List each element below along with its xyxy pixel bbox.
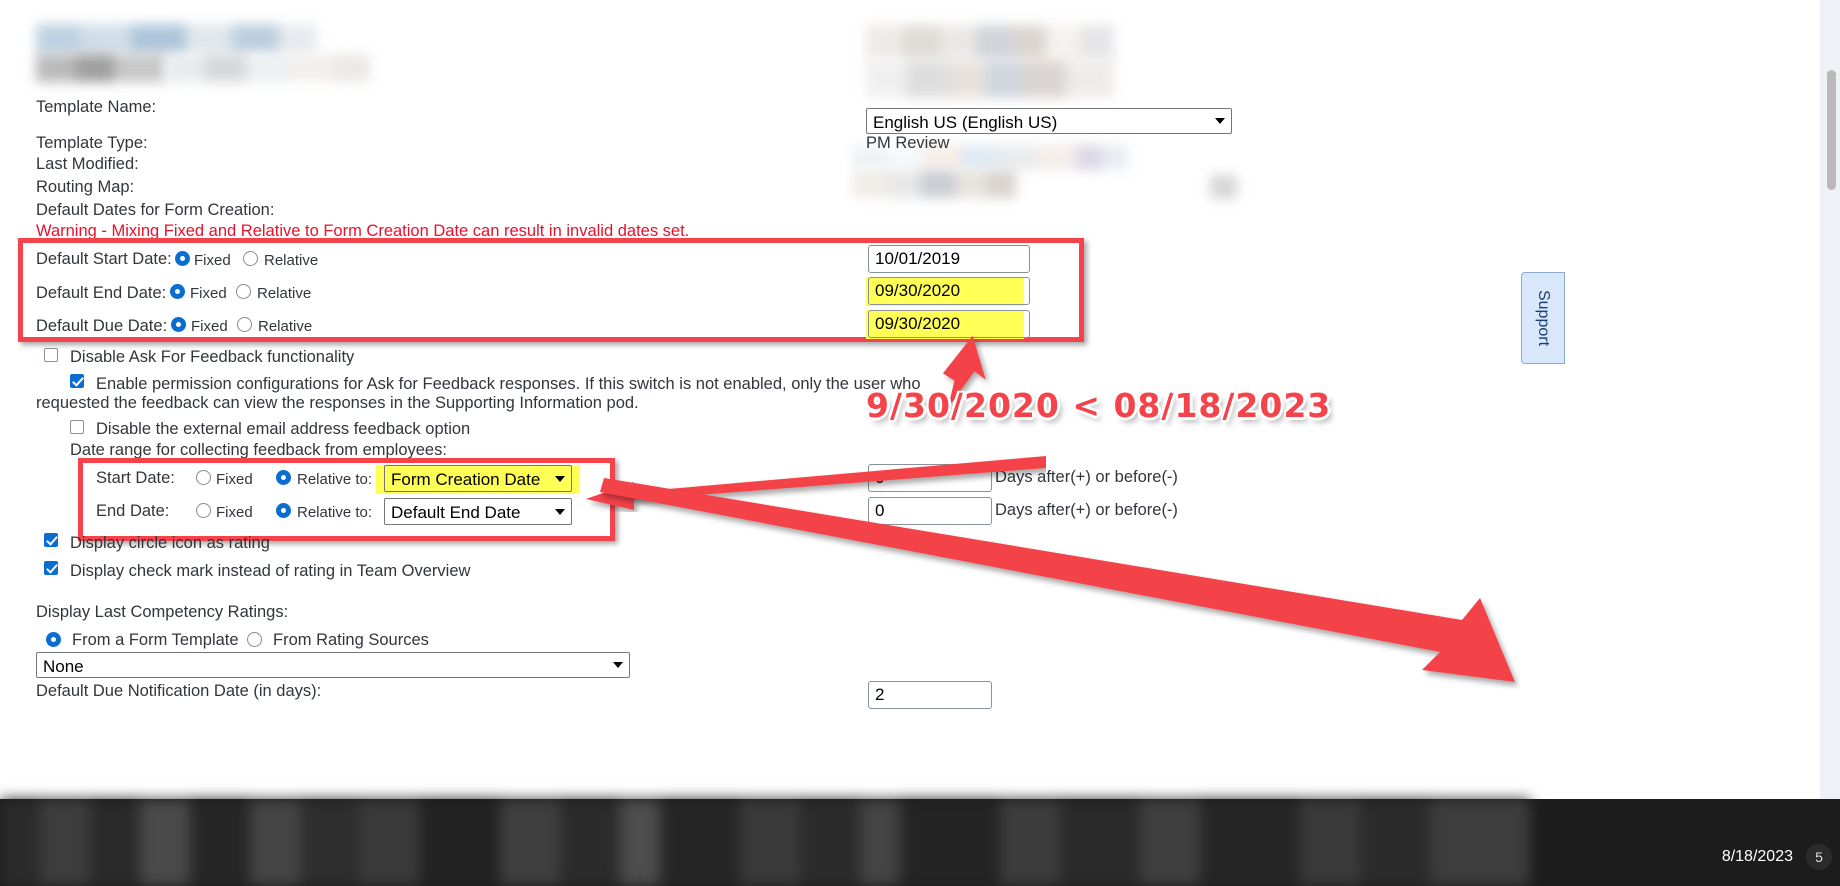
label-last-modified: Last Modified: [36,155,139,173]
display-check-mark-checkbox[interactable] [44,561,58,575]
default-end-date-relative-radio[interactable] [236,284,251,299]
chevron-down-icon [555,508,565,515]
support-tab-label: Support [1535,289,1552,347]
default-due-date-fixed-radio[interactable] [171,317,186,332]
default-start-date-relative-radio[interactable] [243,251,258,266]
feedback-end-date-relative-select[interactable]: Default End Date [384,498,572,525]
feedback-start-date-relative-label: Relative to: [297,471,373,488]
feedback-start-date-relative-radio[interactable] [276,470,291,485]
default-start-date-fixed-label: Fixed [194,252,231,269]
disable-ask-for-feedback-checkbox[interactable] [44,348,58,362]
pm-review-label: PM Review [866,134,950,152]
default-end-date-fixed-radio[interactable] [170,284,185,299]
default-start-date-fixed-radio[interactable] [175,251,190,266]
display-circle-icon-label: Display circle icon as rating [70,534,270,552]
feedback-end-date-relative-label: Relative to: [297,504,373,521]
disable-ask-for-feedback-label: Disable Ask For Feedback functionality [70,348,355,366]
default-end-date-fixed-label: Fixed [190,285,227,302]
default-start-date-relative-label: Relative [264,252,319,269]
display-check-mark-label: Display check mark instead of rating in … [70,562,471,580]
due-notification-label: Default Due Notification Date (in days): [36,682,322,700]
default-end-date-label: Default End Date: [36,284,167,302]
default-start-date-label: Default Start Date: [36,250,172,268]
disable-external-email-label: Disable the external email address feedb… [96,420,471,438]
support-tab[interactable]: Support [1521,272,1565,364]
enable-permission-configs-label-line1: Enable permission configurations for Ask… [96,375,921,393]
competency-from-form-template-radio[interactable] [46,632,61,647]
feedback-start-date-label: Start Date: [96,469,175,487]
display-circle-icon-checkbox[interactable] [44,533,58,547]
notification-badge[interactable]: 5 [1806,844,1832,870]
scrollbar-thumb[interactable] [1827,70,1836,190]
enable-permission-configs-checkbox[interactable] [70,374,84,388]
default-end-date-relative-label: Relative [257,285,312,302]
competency-from-rating-sources-radio[interactable] [247,632,262,647]
feedback-end-date-fixed-radio[interactable] [196,503,211,518]
enable-permission-configs-label-line2: requested the feedback can view the resp… [36,394,639,412]
disable-external-email-checkbox[interactable] [70,420,84,434]
default-due-date-relative-radio[interactable] [237,317,252,332]
default-due-date-label: Default Due Date: [36,317,168,335]
label-template-type: Template Type: [36,134,148,152]
feedback-end-date-fixed-label: Fixed [216,504,253,521]
language-select-value: English US (English US) [873,113,1058,132]
label-template-name: Template Name: [36,98,157,116]
competency-template-value: None [43,657,84,676]
feedback-start-date-relative-select[interactable]: Form Creation Date [384,465,572,492]
feedback-end-date-relative-radio[interactable] [276,503,291,518]
default-due-date-fixed-label: Fixed [191,318,228,335]
label-default-dates: Default Dates for Form Creation: [36,201,275,219]
competency-section-label: Display Last Competency Ratings: [36,603,289,621]
competency-from-rating-sources-label: From Rating Sources [273,631,429,649]
feedback-end-date-label: End Date: [96,502,170,520]
feedback-start-date-fixed-label: Fixed [216,471,253,488]
competency-from-form-template-label: From a Form Template [72,631,239,649]
annotation-arrow-to-bottom-right [600,478,1515,682]
feedback-start-date-fixed-radio[interactable] [196,470,211,485]
default-due-date-relative-label: Relative [258,318,313,335]
competency-template-select[interactable]: None [36,652,630,678]
chevron-down-icon [555,475,565,482]
label-routing-map: Routing Map: [36,178,135,196]
page-root: Template Name: Template Type: Last Modif… [0,0,1840,886]
default-end-date-input[interactable] [868,277,1030,305]
language-select[interactable]: English US (English US) [866,108,1232,134]
status-date: 8/18/2023 [1721,848,1793,865]
bottom-taskbar: 8/18/2023 5 [0,799,1840,886]
feedback-end-date-relative-value: Default End Date [391,503,521,522]
redacted-taskbar-items [0,799,1530,886]
default-start-date-input[interactable] [868,245,1030,273]
chevron-down-icon [1215,118,1225,124]
annotation-comparison-text: 9/30/2020 < 08/18/2023 [866,386,1332,425]
feedback-start-date-relative-value: Form Creation Date [391,470,541,489]
